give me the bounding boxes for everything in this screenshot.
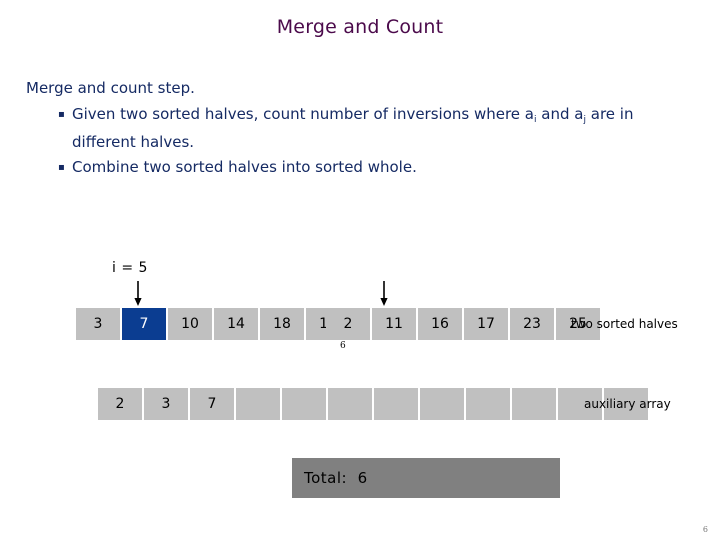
bullet-1-text-mid: and a [536, 105, 584, 123]
list-item: ▪ Combine two sorted halves into sorted … [58, 155, 692, 180]
total-bar: Total: 6 [292, 458, 560, 498]
left-half-cell: 14 [214, 308, 258, 340]
left-half-cell: 10 [168, 308, 212, 340]
auxiliary-array-cell [420, 388, 464, 420]
page-title: Merge and Count [276, 16, 444, 38]
right-half-cell: 17 [464, 308, 508, 340]
index-label-i: i = 5 [112, 260, 148, 276]
right-half-cell: 23 [510, 308, 554, 340]
auxiliary-array-cell [466, 388, 510, 420]
body-text-block: Merge and count step. ▪ Given two sorted… [26, 78, 692, 180]
bullet-1-sub-i: i [534, 115, 537, 125]
auxiliary-array-cell: 7 [190, 388, 234, 420]
right-half-cell: 16 [418, 308, 462, 340]
page-number: 6 [702, 525, 708, 534]
arrow-down-icon-i [134, 281, 142, 306]
bullet-square-icon: ▪ [58, 109, 65, 120]
bullet-1-sub-j: j [583, 115, 586, 125]
bullet-square-icon: ▪ [58, 162, 65, 173]
auxiliary-array: 237 [98, 388, 648, 420]
auxiliary-array-cell [236, 388, 280, 420]
list-item: ▪ Given two sorted halves, count number … [58, 102, 692, 155]
left-half-array: 3710141819 [76, 308, 350, 340]
caption-auxiliary-array: auxiliary array [584, 397, 671, 411]
bullet-text: Given two sorted halves, count number of… [72, 102, 692, 155]
right-half-cell: 11 [372, 308, 416, 340]
right-half-array: 2 11 16 17 23 25 [326, 308, 600, 340]
total-label: Total: [304, 469, 348, 487]
lead-line: Merge and count step. [26, 79, 195, 97]
bullet-1-text-before: Given two sorted halves, count number of… [72, 105, 534, 123]
arrow-down-icon-j [380, 281, 388, 306]
auxiliary-array-cell [282, 388, 326, 420]
inversion-count-label: 6 [340, 341, 346, 351]
bullet-2-text: Combine two sorted halves into sorted wh… [72, 158, 417, 176]
auxiliary-array-cell [328, 388, 372, 420]
left-half-cell: 18 [260, 308, 304, 340]
total-value: 6 [357, 469, 368, 487]
left-half-cell: 3 [76, 308, 120, 340]
bullet-text: Combine two sorted halves into sorted wh… [72, 155, 692, 180]
total-text: Total: 6 [304, 469, 368, 487]
auxiliary-array-cell [512, 388, 556, 420]
right-half-cell: 2 [326, 308, 370, 340]
auxiliary-array-cell [374, 388, 418, 420]
caption-two-sorted-halves: two sorted halves [571, 317, 678, 331]
auxiliary-array-cell: 2 [98, 388, 142, 420]
left-half-cell: 7 [122, 308, 166, 340]
auxiliary-array-cell: 3 [144, 388, 188, 420]
